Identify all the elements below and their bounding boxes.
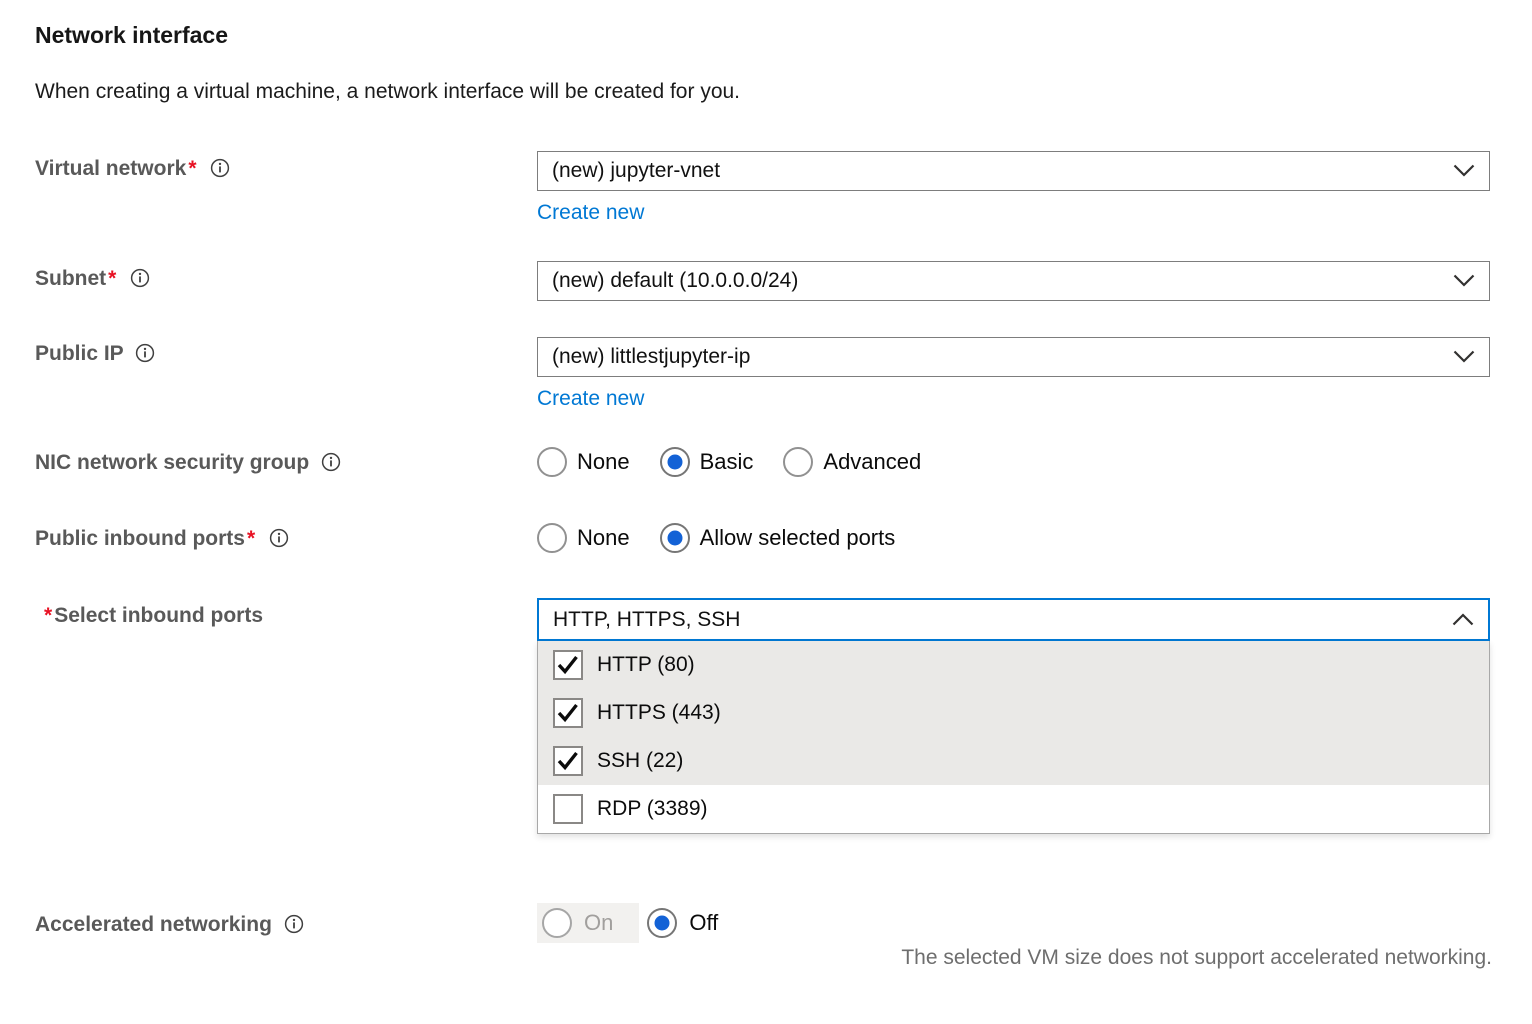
accelerated-networking-option-on-disabled: On [537,903,639,943]
virtual-network-label: Virtual network* [35,156,230,185]
accelerated-networking-note: The selected VM size does not support ac… [537,946,1492,970]
radio-selected[interactable] [660,447,690,477]
info-icon[interactable] [284,914,304,941]
subnet-value: (new) default (10.0.0.0/24) [552,269,798,293]
nic-nsg-label: NIC network security group [35,450,341,479]
subnet-label: Subnet* [35,266,150,295]
radio-unselected[interactable] [783,447,813,477]
section-description: When creating a virtual machine, a netwo… [35,80,740,104]
radio-selected[interactable] [647,908,677,938]
public-inbound-ports-option-allow[interactable]: Allow selected ports [660,523,896,553]
nic-nsg-radio-group: None Basic Advanced [537,447,921,477]
subnet-dropdown[interactable]: (new) default (10.0.0.0/24) [537,261,1490,301]
public-ip-create-new-link[interactable]: Create new [537,387,644,411]
checkbox-checked[interactable] [553,746,583,776]
info-icon[interactable] [321,452,341,479]
select-inbound-ports-value: HTTP, HTTPS, SSH [553,608,740,632]
public-inbound-ports-radio-group: None Allow selected ports [537,523,895,553]
inbound-port-option-https[interactable]: HTTPS (443) [538,689,1489,737]
info-icon[interactable] [210,158,230,185]
chevron-up-icon [1452,608,1474,632]
select-inbound-ports-label: *Select inbound ports [42,603,263,629]
info-icon[interactable] [269,528,289,555]
required-asterisk: * [245,527,257,550]
radio-unselected[interactable] [537,447,567,477]
chevron-down-icon [1453,345,1475,369]
inbound-port-option-ssh[interactable]: SSH (22) [538,737,1489,785]
radio-unselected[interactable] [537,523,567,553]
info-icon[interactable] [130,268,150,295]
radio-disabled [542,908,572,938]
virtual-network-value: (new) jupyter-vnet [552,159,720,183]
required-asterisk: * [42,604,54,627]
checkmark-icon [557,751,579,771]
required-asterisk: * [106,267,118,290]
inbound-port-option-http[interactable]: HTTP (80) [538,641,1489,689]
public-inbound-ports-label: Public inbound ports* [35,526,289,555]
nic-nsg-option-basic[interactable]: Basic [660,447,754,477]
accelerated-networking-toggle: On Off [537,903,718,943]
public-ip-label: Public IP [35,341,155,370]
accelerated-networking-option-off[interactable]: Off [647,908,718,938]
checkbox-checked[interactable] [553,650,583,680]
checkmark-icon [557,655,579,675]
virtual-network-create-new-link[interactable]: Create new [537,201,644,225]
nic-nsg-option-none[interactable]: None [537,447,630,477]
checkbox-unchecked[interactable] [553,794,583,824]
virtual-network-dropdown[interactable]: (new) jupyter-vnet [537,151,1490,191]
checkbox-checked[interactable] [553,698,583,728]
public-inbound-ports-option-none[interactable]: None [537,523,630,553]
inbound-port-option-rdp[interactable]: RDP (3389) [538,785,1489,833]
section-title: Network interface [35,22,228,49]
select-inbound-ports-field[interactable]: HTTP, HTTPS, SSH [537,598,1490,641]
info-icon[interactable] [135,343,155,370]
public-ip-dropdown[interactable]: (new) littlestjupyter-ip [537,337,1490,377]
nic-nsg-option-advanced[interactable]: Advanced [783,447,921,477]
network-interface-section: Network interface When creating a virtua… [0,0,1532,1024]
public-ip-value: (new) littlestjupyter-ip [552,345,750,369]
inbound-ports-dropdown-panel: HTTP (80) HTTPS (443) SSH (22) RDP (3389… [537,641,1490,834]
checkmark-icon [557,703,579,723]
chevron-down-icon [1453,159,1475,183]
required-asterisk: * [186,157,198,180]
chevron-down-icon [1453,269,1475,293]
radio-selected[interactable] [660,523,690,553]
accelerated-networking-label: Accelerated networking [35,912,304,941]
